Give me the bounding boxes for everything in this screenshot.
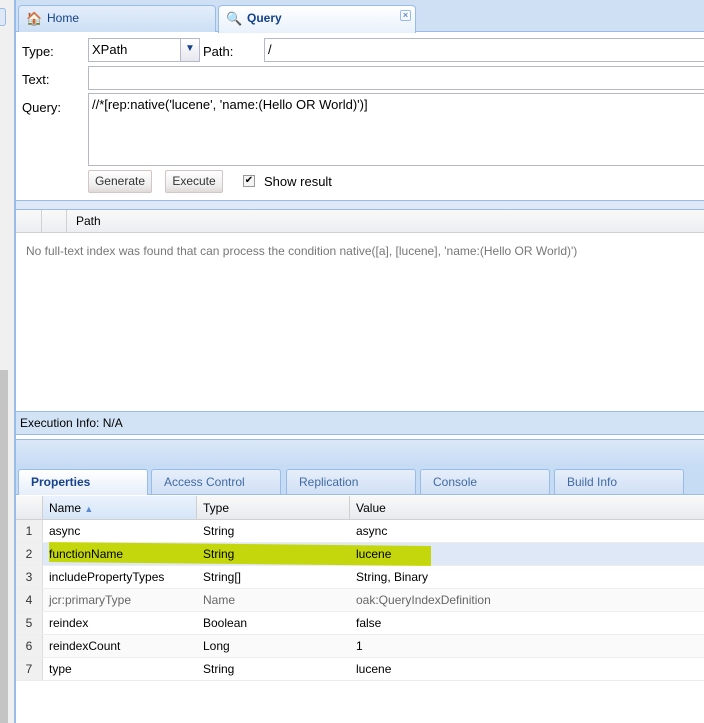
- show-result-checkbox[interactable]: ✔: [243, 175, 255, 187]
- cell-type: String: [203, 524, 235, 538]
- row-number: 3: [16, 566, 43, 588]
- table-row[interactable]: 3 includePropertyTypes String[] String, …: [16, 566, 704, 589]
- execution-info: Execution Info: N/A: [16, 411, 704, 435]
- column-type[interactable]: Type: [197, 496, 350, 519]
- left-panel: [0, 0, 15, 723]
- query-textarea[interactable]: //*[rep:native('lucene', 'name:(Hello OR…: [88, 93, 704, 166]
- type-value: XPath: [92, 42, 128, 57]
- tab-label: Query: [247, 11, 282, 25]
- collapsed-tab[interactable]: [0, 8, 6, 26]
- cell-value: String, Binary: [356, 570, 429, 584]
- cell-name: reindexCount: [49, 639, 121, 653]
- path-value: /: [268, 42, 272, 57]
- sort-ascending-icon: ▲: [84, 504, 94, 514]
- properties-table: Name ▲ Type Value 1 async String async 2 …: [16, 496, 704, 681]
- cell-type: String: [203, 662, 235, 676]
- column-path[interactable]: Path: [76, 214, 101, 228]
- table-row[interactable]: 6 reindexCount Long 1: [16, 635, 704, 658]
- tab-label: Home: [47, 11, 80, 25]
- cell-name: type: [49, 662, 72, 676]
- table-header: Name ▲ Type Value: [16, 496, 704, 520]
- query-label: Query:: [22, 100, 62, 115]
- table-row[interactable]: 5 reindex Boolean false: [16, 612, 704, 635]
- path-label: Path:: [203, 44, 234, 59]
- results-message: No full-text index was found that can pr…: [26, 244, 578, 258]
- tab-bar: 🏠 Home 🔍 Query ×: [16, 0, 704, 33]
- column-value[interactable]: Value: [350, 496, 704, 519]
- table-row[interactable]: 1 async String async: [16, 520, 704, 543]
- magnifier-icon: 🔍: [226, 11, 243, 26]
- text-input[interactable]: [88, 66, 704, 90]
- path-input[interactable]: /: [264, 38, 704, 62]
- splitter[interactable]: [16, 200, 704, 210]
- tab-properties[interactable]: Properties: [18, 469, 148, 495]
- chevron-down-icon[interactable]: ▼: [180, 38, 200, 62]
- home-icon: 🏠: [26, 11, 43, 26]
- scrollbar[interactable]: [0, 370, 8, 723]
- tab-query[interactable]: 🔍 Query ×: [218, 5, 416, 33]
- row-number: 7: [16, 658, 43, 680]
- cell-type: String[]: [203, 570, 242, 584]
- row-number: 2: [16, 543, 43, 565]
- results-header: Path: [16, 210, 704, 233]
- column-label: Name: [49, 501, 82, 515]
- highlight-marker: [49, 541, 431, 567]
- tab-build-info[interactable]: Build Info: [554, 469, 684, 494]
- properties-tabs: Properties Access Control Replication Co…: [16, 467, 704, 495]
- table-row[interactable]: 7 type String lucene: [16, 658, 704, 681]
- column-name[interactable]: Name ▲: [43, 496, 197, 519]
- tab-access-control[interactable]: Access Control: [151, 469, 281, 494]
- cell-name: jcr:primaryType: [49, 593, 132, 607]
- cell-name: includePropertyTypes: [49, 570, 165, 584]
- cell-value: 1: [356, 639, 363, 653]
- row-number: 1: [16, 520, 43, 542]
- execute-button[interactable]: Execute: [165, 170, 223, 193]
- cell-value: lucene: [356, 662, 392, 676]
- row-number: 5: [16, 612, 43, 634]
- generate-button[interactable]: Generate: [88, 170, 152, 193]
- cell-type: Boolean: [203, 616, 248, 630]
- cell-type: Long: [203, 639, 230, 653]
- main-panel: 🏠 Home 🔍 Query × Type: XPath ▼ Path: / T…: [15, 0, 704, 723]
- type-label: Type:: [22, 44, 54, 59]
- close-icon[interactable]: ×: [400, 10, 411, 21]
- query-value: //*[rep:native('lucene', 'name:(Hello OR…: [92, 97, 368, 112]
- row-number: 6: [16, 635, 43, 657]
- text-label: Text:: [22, 72, 50, 87]
- cell-value: false: [356, 616, 382, 630]
- cell-type: Name: [203, 593, 236, 607]
- tab-console[interactable]: Console: [420, 469, 550, 494]
- show-result-label: Show result: [264, 174, 332, 189]
- row-number: 4: [16, 589, 43, 611]
- header-cell: [42, 210, 67, 232]
- header-cell: [16, 496, 43, 519]
- cell-name: reindex: [49, 616, 89, 630]
- header-cell: [16, 210, 42, 232]
- cell-value: async: [356, 524, 388, 538]
- cell-value: oak:QueryIndexDefinition: [356, 593, 491, 607]
- cell-name: async: [49, 524, 81, 538]
- properties-panel-header: [16, 439, 704, 467]
- table-row[interactable]: 4 jcr:primaryType Name oak:QueryIndexDef…: [16, 589, 704, 612]
- tab-home[interactable]: 🏠 Home: [18, 5, 216, 32]
- tab-replication[interactable]: Replication: [286, 469, 416, 494]
